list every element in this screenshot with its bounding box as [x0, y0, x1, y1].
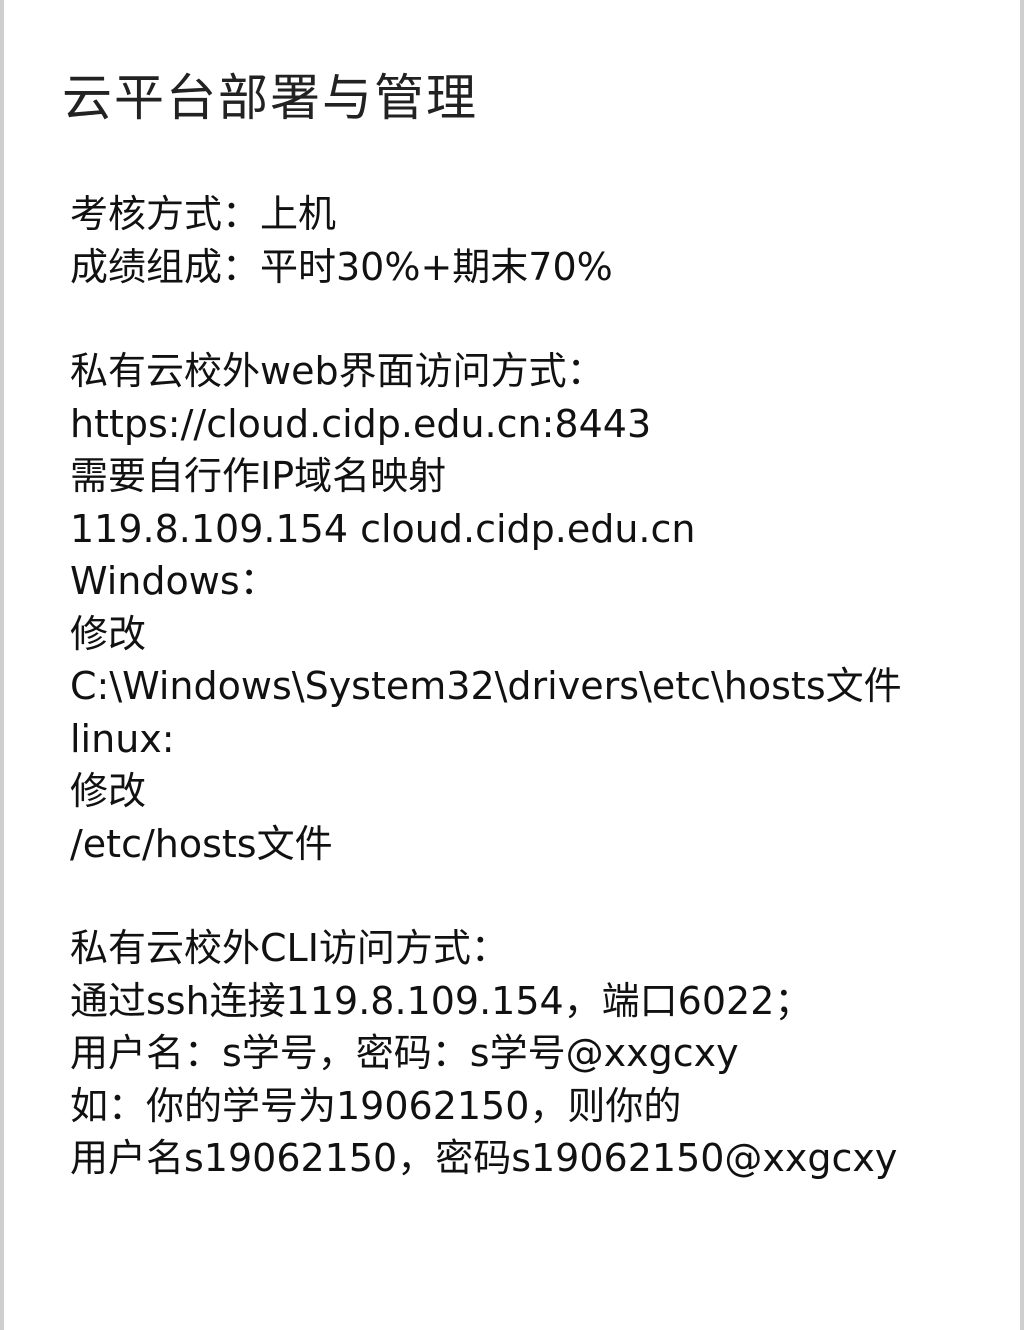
- web-access-heading: 私有云校外web界面访问方式：: [70, 349, 605, 393]
- page-left-border: [0, 0, 4, 1330]
- web-access-url: https://cloud.cidp.edu.cn:8443: [70, 401, 652, 446]
- hosts-mapping-entry: 119.8.109.154 cloud.cidp.edu.cn: [70, 506, 696, 551]
- cli-access-section: 私有云校外CLI访问方式： 通过ssh连接119.8.109.154，端口602…: [70, 922, 970, 1185]
- windows-hosts-path: C:\Windows\System32\drivers\etc\hosts文件: [70, 664, 902, 708]
- example-line-1: 如：你的学号为19062150，则你的: [70, 1083, 682, 1128]
- cli-access-heading: 私有云校外CLI访问方式：: [70, 926, 509, 970]
- document-content: 考核方式：上机 成绩组成：平时30%+期末70% 私有云校外web界面访问方式：…: [70, 188, 970, 1237]
- hosts-mapping-note: 需要自行作IP域名映射: [70, 454, 447, 498]
- assessment-method-line: 考核方式：上机: [70, 192, 337, 236]
- ssh-connection-line: 通过ssh连接119.8.109.154，端口6022；: [70, 978, 813, 1023]
- grade-composition-line: 成绩组成：平时30%+期末70%: [70, 244, 613, 289]
- credentials-format-line: 用户名：s学号，密码：s学号@xxgcxy: [70, 1031, 739, 1075]
- linux-modify-label: 修改: [70, 769, 147, 813]
- example-line-2: 用户名s19062150，密码s19062150@xxgcxy: [70, 1136, 898, 1180]
- linux-hosts-path: /etc/hosts文件: [70, 821, 333, 866]
- linux-label: linux:: [70, 716, 175, 761]
- web-access-section: 私有云校外web界面访问方式： https://cloud.cidp.edu.c…: [70, 345, 970, 870]
- windows-label: Windows：: [70, 559, 278, 603]
- assessment-section: 考核方式：上机 成绩组成：平时30%+期末70%: [70, 188, 970, 293]
- windows-modify-label: 修改: [70, 611, 147, 656]
- document-title: 云平台部署与管理: [62, 69, 478, 127]
- document-page: 云平台部署与管理 考核方式：上机 成绩组成：平时30%+期末70% 私有云校外w…: [0, 0, 1024, 1330]
- page-right-border: [1020, 0, 1024, 1330]
